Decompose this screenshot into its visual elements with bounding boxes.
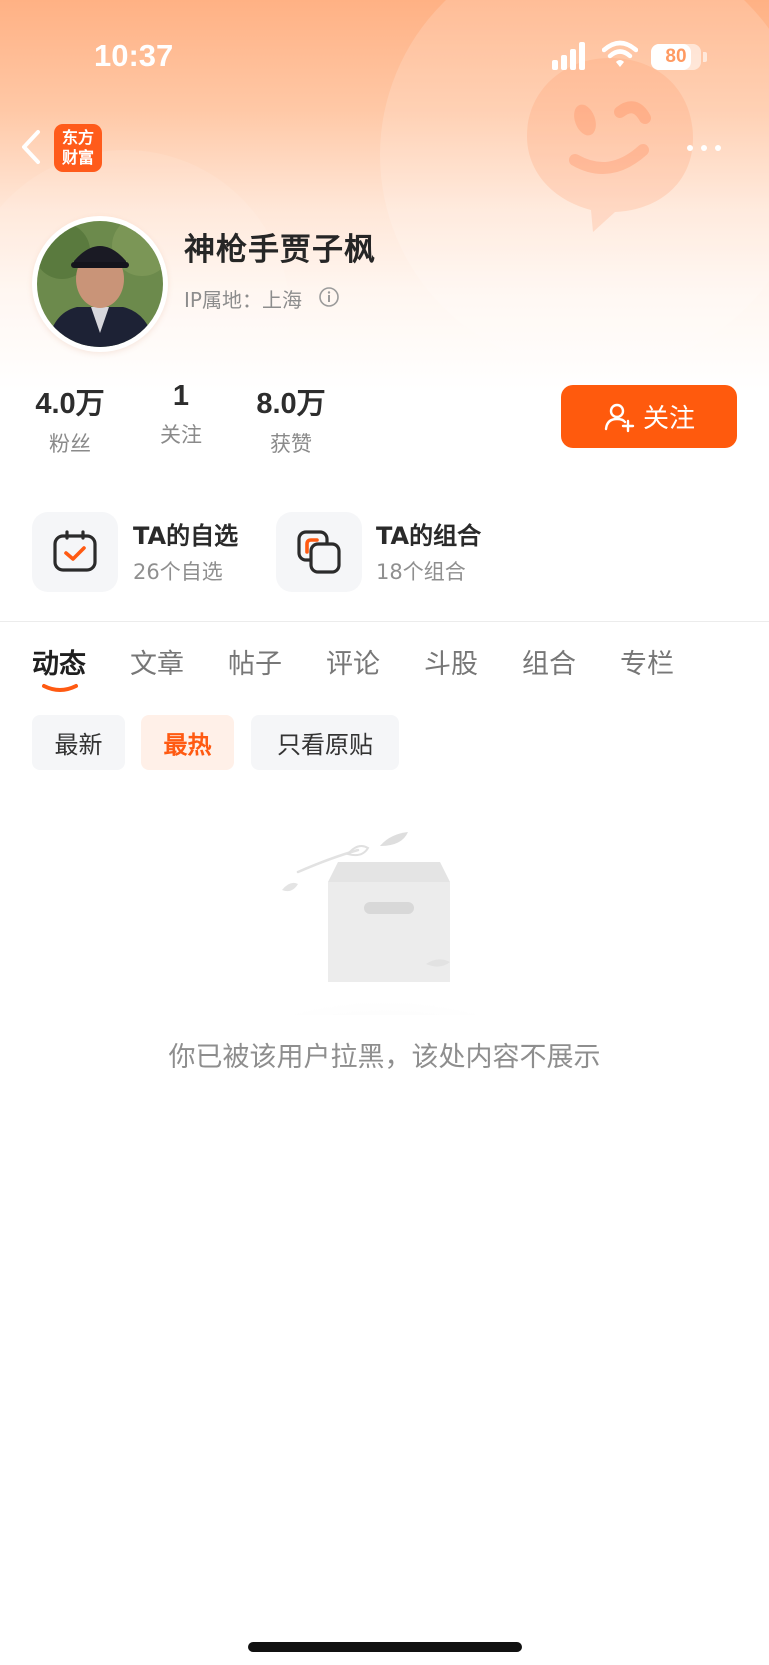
add-user-icon bbox=[604, 403, 635, 432]
portfolio-count: 18个组合 bbox=[376, 560, 466, 584]
portfolio-title[interactable]: TA的组合 bbox=[376, 516, 481, 551]
watchlist-count: 26个自选 bbox=[133, 560, 223, 584]
tab-portfolios[interactable]: 组合 bbox=[522, 642, 576, 681]
cellular-signal-icon bbox=[552, 42, 585, 70]
filter-original-only[interactable]: 只看原贴 bbox=[251, 715, 399, 770]
filter-latest[interactable]: 最新 bbox=[32, 715, 125, 770]
stat-label: 粉丝 bbox=[49, 432, 91, 456]
filter-hottest[interactable]: 最热 bbox=[141, 715, 234, 770]
stat-value: 4.0万 bbox=[35, 388, 105, 420]
decorative-mascot-icon bbox=[527, 58, 693, 232]
tab-stock-battle[interactable]: 斗股 bbox=[424, 642, 478, 681]
avatar[interactable] bbox=[32, 216, 172, 352]
stat-value: 8.0万 bbox=[256, 388, 326, 420]
status-time: 10:37 bbox=[94, 38, 174, 73]
back-arrow-icon[interactable] bbox=[16, 126, 46, 168]
stat-label: 关注 bbox=[160, 423, 202, 447]
tab-articles[interactable]: 文章 bbox=[130, 642, 184, 681]
portfolio-button[interactable] bbox=[276, 512, 362, 592]
info-icon[interactable] bbox=[318, 286, 340, 308]
empty-state-message: 你已被该用户拉黑，该处内容不展示 bbox=[168, 1042, 601, 1073]
stat-label: 获赞 bbox=[270, 432, 312, 456]
stat-likes[interactable]: 8.0万 获赞 bbox=[250, 380, 332, 458]
battery-tip bbox=[703, 52, 707, 62]
follow-button-label: 关注 bbox=[642, 404, 695, 434]
username: 神枪手贾子枫 bbox=[184, 232, 376, 268]
app-logo-line: 财富 bbox=[61, 148, 94, 167]
portfolio-icon bbox=[297, 530, 341, 574]
watchlist-button[interactable] bbox=[32, 512, 118, 592]
more-options-icon[interactable] bbox=[684, 136, 724, 160]
stat-value: 1 bbox=[172, 380, 190, 412]
battery-percent: 80 bbox=[665, 46, 687, 67]
empty-box-icon bbox=[235, 832, 535, 1015]
tab-columns[interactable]: 专栏 bbox=[620, 642, 674, 681]
app-logo[interactable]: 东方 财富 bbox=[54, 124, 102, 172]
app-logo-line: 东方 bbox=[61, 128, 94, 147]
stat-followers[interactable]: 4.0万 粉丝 bbox=[30, 380, 110, 458]
tab-comments[interactable]: 评论 bbox=[326, 642, 380, 681]
content-card: TA的自选 26个自选 TA的组合 18个组合 动态 文章 帖子 评论 斗股 组… bbox=[0, 480, 769, 1665]
tab-dynamics[interactable]: 动态 bbox=[32, 642, 86, 681]
battery-indicator: 80 bbox=[651, 44, 701, 70]
divider bbox=[0, 621, 769, 622]
wifi-icon bbox=[602, 40, 638, 67]
follow-button[interactable]: 关注 bbox=[561, 385, 737, 448]
watchlist-check-icon bbox=[53, 530, 97, 572]
stat-following[interactable]: 1 关注 bbox=[150, 380, 212, 449]
watchlist-title[interactable]: TA的自选 bbox=[133, 516, 238, 551]
home-indicator[interactable] bbox=[248, 1642, 522, 1652]
tab-posts[interactable]: 帖子 bbox=[228, 642, 282, 681]
ip-location: IP属地：上海 bbox=[184, 288, 302, 312]
active-tab-indicator bbox=[42, 684, 78, 692]
avatar-photo bbox=[34, 216, 172, 347]
